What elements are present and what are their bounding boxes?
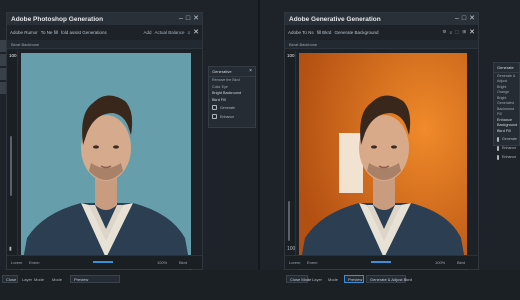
enhance-icon bbox=[212, 114, 217, 119]
tools-column: 100 100 bbox=[285, 51, 296, 255]
generate-icon bbox=[497, 136, 499, 142]
gear-icon[interactable]: ⚙ bbox=[442, 29, 446, 35]
left-title-bar: Adobe Photoshop Generation – □ ✕ bbox=[7, 13, 202, 25]
image-canvas[interactable] bbox=[299, 53, 467, 271]
enhance-row[interactable]: Enhance bbox=[494, 153, 519, 162]
maximize-icon[interactable]: □ bbox=[462, 14, 466, 24]
status-label: Lorem bbox=[11, 260, 23, 265]
tools-column: 100 ▮ bbox=[7, 51, 18, 255]
screen-divider bbox=[258, 0, 260, 300]
panel-line: Bright Generated bbox=[497, 96, 514, 105]
taskbar: Close Layer Mode Mode Preview Close Mode… bbox=[0, 270, 520, 300]
options-toolbar: Bkrat Backbone bbox=[285, 40, 478, 49]
toolbar-label: Bkrat Backbone bbox=[289, 42, 318, 47]
taskbar-label[interactable]: Mode bbox=[34, 277, 44, 282]
generate-panel: Generate Generate & Adjust Bright Orange… bbox=[493, 62, 520, 160]
status-bar: Lorem Enem 100% Bkrd bbox=[7, 255, 202, 269]
grid-icon[interactable]: ⊞ bbox=[462, 29, 466, 35]
panel-header: Generate bbox=[494, 63, 519, 73]
zoom-status: 100% bbox=[435, 260, 446, 265]
window-title: Adobe Generative Generation bbox=[289, 15, 381, 23]
image-canvas[interactable] bbox=[21, 53, 191, 271]
generate-icon bbox=[212, 105, 217, 110]
zoom-readout: 100 bbox=[287, 53, 295, 58]
taskbar-label[interactable]: Layer bbox=[312, 277, 322, 282]
tool-add[interactable]: Add bbox=[143, 30, 151, 35]
toolbar-label: Bkrat Backbone bbox=[11, 42, 40, 47]
right-tools: Add Actual Balance ≡ ✕ bbox=[143, 28, 199, 36]
right-tools: ⚙ ≡ ⬚ ⊞ ✕ bbox=[442, 28, 475, 36]
menu-item[interactable]: fill Bkrd bbox=[317, 30, 332, 35]
panel-title: Generate bbox=[497, 65, 514, 70]
menu-item[interactable]: fold assist Generations bbox=[61, 30, 107, 35]
enhance-row[interactable]: Enhance bbox=[209, 112, 255, 121]
menu-icon[interactable]: ≡ bbox=[187, 30, 190, 35]
status-bar: Lorem Enem 100% Bkrd bbox=[285, 255, 478, 269]
maximize-icon[interactable]: □ bbox=[186, 14, 190, 24]
brush-icon[interactable]: ▮ bbox=[9, 246, 12, 252]
close-icon[interactable]: ✕ bbox=[469, 14, 475, 24]
preview-button[interactable]: Preview bbox=[344, 275, 364, 283]
window-controls: – □ ✕ bbox=[179, 14, 199, 24]
generative-panel: Generative × Remove the Bkrd Color Eye B… bbox=[208, 66, 256, 128]
left-app-window: Adobe Photoshop Generation – □ ✕ Adobe R… bbox=[6, 12, 203, 271]
zoom-label: 100 bbox=[287, 246, 296, 252]
panel-option[interactable]: Enhance Background bbox=[494, 117, 519, 128]
options-toolbar: Bkrat Backbone bbox=[7, 40, 202, 49]
panel-line: Backround Fill bbox=[497, 107, 515, 116]
taskbar-label[interactable]: Mode bbox=[52, 277, 62, 282]
enhance-row[interactable]: Enhance bbox=[494, 144, 519, 153]
panel-header: Generative × bbox=[209, 67, 255, 77]
enhance-icon bbox=[497, 154, 499, 160]
right-app-window: Adobe Generative Generation – □ ✕ Adobe … bbox=[284, 12, 479, 271]
taskbar-label[interactable]: Mode bbox=[328, 277, 338, 282]
menu-icon[interactable]: ≡ bbox=[449, 30, 452, 35]
frame-icon[interactable]: ⬚ bbox=[455, 29, 459, 35]
zoom-readout: 100 bbox=[9, 53, 17, 58]
minimize-icon[interactable]: – bbox=[455, 14, 459, 24]
generate-row[interactable]: Generate bbox=[209, 103, 255, 112]
status-label: Lorem bbox=[289, 260, 301, 265]
menu-item[interactable]: Generate Background bbox=[334, 30, 378, 35]
menu-item[interactable]: Adobe Rumor bbox=[10, 30, 38, 35]
panel-line: Bright Orange bbox=[497, 85, 509, 94]
status-label: Bkrd bbox=[457, 260, 466, 265]
right-title-bar: Adobe Generative Generation – □ ✕ bbox=[285, 13, 478, 25]
menu-item[interactable]: Adobe To Ns bbox=[288, 30, 314, 35]
enhance-icon bbox=[497, 145, 499, 151]
tool-balance[interactable]: Actual Balance bbox=[154, 30, 184, 35]
vertical-scrollbar[interactable] bbox=[288, 201, 290, 241]
vertical-scrollbar[interactable] bbox=[10, 136, 12, 196]
portrait-photo bbox=[21, 53, 191, 271]
minimize-icon[interactable]: – bbox=[179, 14, 183, 24]
zoom-status: 100% bbox=[157, 260, 168, 265]
panel-line: Generate & Adjust bbox=[497, 74, 516, 83]
menu-item[interactable]: To Ne fill bbox=[41, 30, 58, 35]
portrait-photo bbox=[299, 53, 467, 271]
close-icon[interactable]: ✕ bbox=[193, 14, 199, 24]
close-button[interactable]: Close bbox=[2, 275, 18, 283]
taskbar-label[interactable]: Layer bbox=[22, 277, 32, 282]
preview-button[interactable]: Preview bbox=[70, 275, 120, 283]
desktop: Adobe Photoshop Generation – □ ✕ Adobe R… bbox=[0, 0, 520, 300]
horizontal-scrollbar[interactable] bbox=[371, 261, 391, 263]
status-label: Enem bbox=[307, 260, 318, 265]
panel-title: Generative bbox=[212, 69, 232, 74]
light-shape bbox=[339, 133, 363, 193]
close-icon[interactable]: ✕ bbox=[469, 28, 475, 36]
horizontal-scrollbar[interactable] bbox=[93, 261, 113, 263]
status-label: Enem bbox=[29, 260, 40, 265]
window-controls: – □ ✕ bbox=[455, 14, 475, 24]
close-icon[interactable]: ✕ bbox=[193, 28, 199, 36]
status-label: Bkrd bbox=[179, 260, 188, 265]
window-title: Adobe Photoshop Generation bbox=[11, 15, 104, 23]
close-icon[interactable]: × bbox=[249, 68, 252, 74]
generate-adjust-button[interactable]: Generate & Adjust Bkrd bbox=[366, 275, 412, 283]
close-mode-button[interactable]: Close Mode bbox=[286, 275, 311, 283]
generate-row[interactable]: Generate bbox=[494, 135, 519, 144]
